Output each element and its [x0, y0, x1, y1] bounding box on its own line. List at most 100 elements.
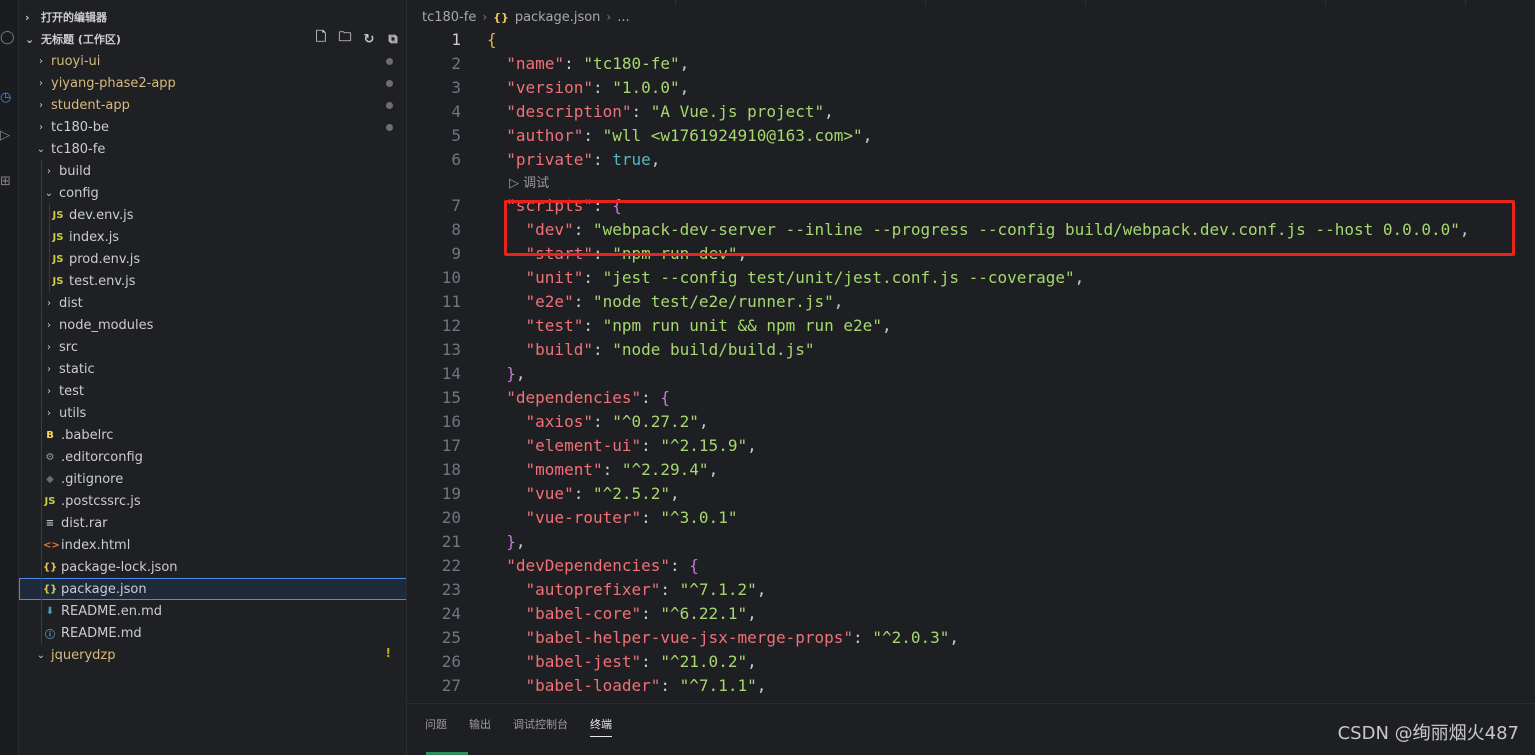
code-line: 3 "version": "1.0.0",: [407, 76, 1535, 100]
tree-folder-tc180-be[interactable]: › tc180-be: [19, 116, 406, 138]
search-icon[interactable]: ◯: [0, 28, 18, 48]
code-text: {: [487, 28, 497, 52]
code-token: :: [592, 244, 613, 263]
tree-folder-node-modules[interactable]: › node_modules: [19, 314, 406, 336]
javascript-file-icon: JS: [52, 209, 64, 221]
code-token: "npm run dev": [612, 244, 738, 263]
code-token: "node test/e2e/runner.js": [592, 292, 834, 311]
tree-file-dist-rar[interactable]: ≡ dist.rar: [19, 512, 406, 534]
tree-item-label: dist.rar: [61, 515, 108, 531]
code-line: 14 },: [407, 362, 1535, 386]
code-token: "unit": [525, 268, 584, 287]
json-file-icon: {}: [493, 10, 509, 24]
tree-item-label: test.env.js: [69, 273, 136, 289]
panel-tab[interactable]: 输出: [469, 716, 491, 737]
run-debug-icon[interactable]: ▷: [0, 126, 18, 146]
json-file-icon: {}: [43, 561, 58, 573]
code-token: "jest --config test/unit/jest.conf.js --…: [602, 268, 1075, 287]
code-text: "author": "wll <w1761924910@163.com>",: [487, 124, 872, 148]
tree-folder-build[interactable]: › build: [19, 160, 406, 182]
tree-folder-static[interactable]: › static: [19, 358, 406, 380]
tree-folder-yiyang-phase2-app[interactable]: › yiyang-phase2-app: [19, 72, 406, 94]
code-token: :: [641, 436, 661, 455]
code-text: "test": "npm run unit && npm run e2e",: [487, 314, 892, 338]
workspace-section[interactable]: ⌄ 无标题 (工作区) 🗋 🗀 ↻ ⧉: [19, 28, 406, 50]
tree-file-postcssrc-js[interactable]: JS .postcssrc.js: [19, 490, 406, 512]
breadcrumb-folder[interactable]: tc180-fe: [422, 10, 476, 25]
tree-file-prod-env-js[interactable]: JS prod.env.js: [19, 248, 406, 270]
tree-folder-tc180-fe[interactable]: ⌄ tc180-fe: [19, 138, 406, 160]
tree-item-label: index.html: [61, 537, 131, 553]
line-number: 14: [441, 364, 461, 383]
code-token: :: [641, 508, 661, 527]
code-token: "wll <w1761924910@163.com>": [602, 126, 863, 145]
tree-folder-jquerydzp[interactable]: ⌄ jquerydzp!: [19, 644, 406, 666]
refresh-icon[interactable]: ↻: [361, 32, 377, 47]
code-token: :: [641, 388, 661, 407]
git-status-dot: [386, 124, 393, 131]
panel-tab[interactable]: 终端: [590, 716, 612, 737]
tree-folder-src[interactable]: › src: [19, 336, 406, 358]
line-number: 21: [441, 532, 461, 551]
open-editors-section[interactable]: › 打开的编辑器: [19, 6, 406, 28]
panel-tab[interactable]: 问题: [425, 716, 447, 737]
tree-file-readme-md[interactable]: ⓘ README.md: [19, 622, 406, 644]
code-token: "node build/build.js": [612, 340, 815, 359]
code-token: ,: [679, 78, 690, 97]
tree-folder-test[interactable]: › test: [19, 380, 406, 402]
debug-codelens[interactable]: ▷ 调试: [509, 173, 549, 195]
code-token: "moment": [525, 460, 603, 479]
code-token: ,: [824, 102, 834, 121]
code-text: "description": "A Vue.js project",: [487, 100, 834, 124]
tree-folder-ruoyi-ui[interactable]: › ruoyi-ui: [19, 50, 406, 72]
extensions-icon[interactable]: ⊞: [0, 172, 18, 192]
collapse-all-icon[interactable]: ⧉: [385, 32, 401, 47]
code-text: "autoprefixer": "^7.1.2",: [487, 578, 767, 602]
tree-folder-utils[interactable]: › utils: [19, 402, 406, 424]
tree-folder-dist[interactable]: › dist: [19, 292, 406, 314]
indent-guide: [49, 204, 50, 292]
code-token: "^0.27.2": [612, 412, 699, 431]
tree-file-editorconfig[interactable]: ⚙ .editorconfig: [19, 446, 406, 468]
line-number: 2: [451, 54, 461, 73]
tree-folder-config[interactable]: ⌄ config: [19, 182, 406, 204]
code-token: :: [853, 628, 873, 647]
breadcrumb-more[interactable]: ...: [617, 10, 629, 25]
line-number: 11: [441, 292, 461, 311]
tree-file-gitignore[interactable]: ◆ .gitignore: [19, 468, 406, 490]
tree-item-label: index.js: [69, 229, 120, 245]
code-token: "^6.22.1": [660, 604, 748, 623]
code-line: 17 "element-ui": "^2.15.9",: [407, 434, 1535, 458]
code-token: ,: [881, 316, 892, 335]
code-token: ,: [1459, 220, 1470, 239]
code-token: :: [641, 604, 661, 623]
tree-file-dev-env-js[interactable]: JS dev.env.js: [19, 204, 406, 226]
tree-file-package-json[interactable]: {} package.json: [19, 578, 406, 600]
code-token: :: [631, 102, 651, 121]
tree-file-package-lock-json[interactable]: {} package-lock.json: [19, 556, 406, 578]
code-token: "e2e": [525, 292, 574, 311]
git-status-dot: [386, 80, 393, 87]
tree-file-index-html[interactable]: <> index.html: [19, 534, 406, 556]
panel-tab[interactable]: 调试控制台: [513, 716, 568, 737]
new-folder-icon[interactable]: 🗀: [337, 28, 353, 50]
code-token: "babel-jest": [525, 652, 642, 671]
code-line: 16 "axios": "^0.27.2",: [407, 410, 1535, 434]
tree-file-test-env-js[interactable]: JS test.env.js: [19, 270, 406, 292]
tree-item-label: .gitignore: [61, 471, 124, 487]
tree-file-babelrc[interactable]: B .babelrc: [19, 424, 406, 446]
code-token: "npm run unit && npm run e2e": [602, 316, 882, 335]
tree-file-readme-en-md[interactable]: ⬇ README.en.md: [19, 600, 406, 622]
source-control-icon[interactable]: ◷: [0, 88, 18, 108]
breadcrumb-file[interactable]: package.json: [515, 10, 601, 25]
tree-folder-student-app[interactable]: › student-app: [19, 94, 406, 116]
tree-item-label: jquerydzp: [51, 647, 116, 663]
tree-item-label: .babelrc: [61, 427, 114, 443]
tree-file-index-js[interactable]: JS index.js: [19, 226, 406, 248]
new-file-icon[interactable]: 🗋: [313, 28, 329, 50]
javascript-file-icon: JS: [44, 495, 56, 507]
code-line: 27 "babel-loader": "^7.1.1",: [407, 674, 1535, 698]
